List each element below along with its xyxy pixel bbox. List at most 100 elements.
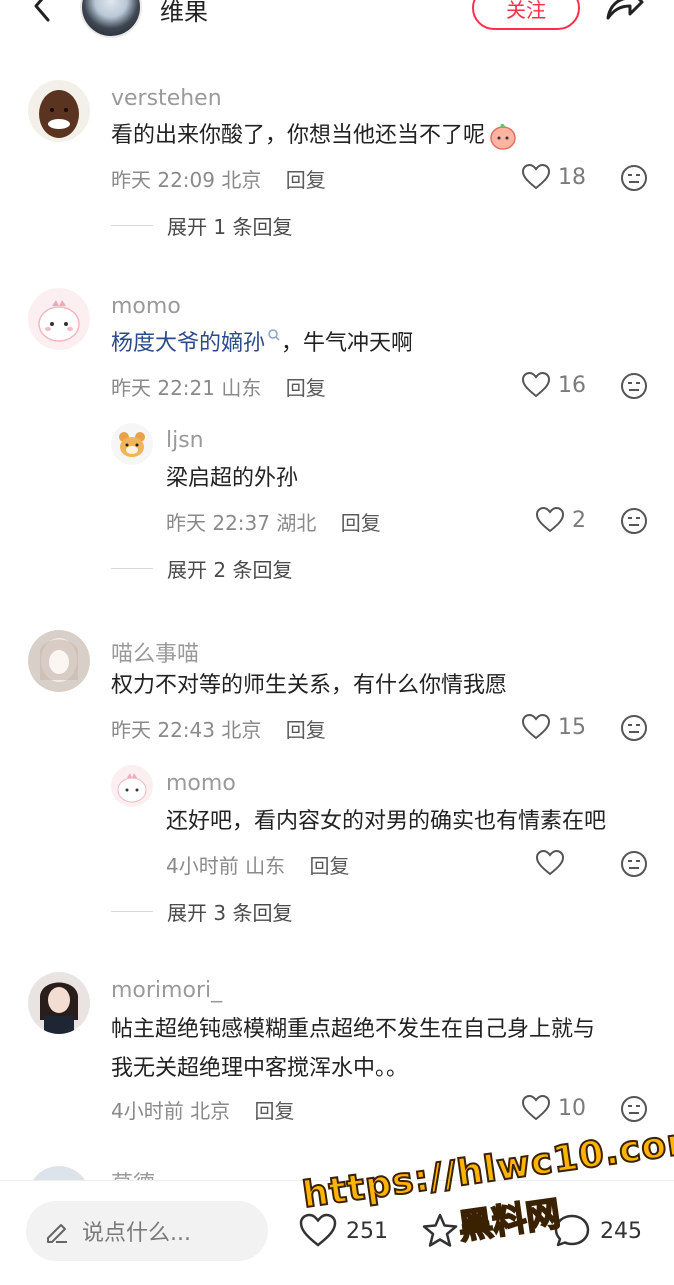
like-button[interactable] (536, 850, 564, 876)
divider (111, 911, 153, 912)
like-count: 18 (558, 164, 586, 190)
reply-location: 山东 (245, 854, 286, 878)
reply-text: 还好吧，看内容女的对男的确实也有情素在吧 (166, 809, 607, 834)
dislike-button[interactable] (620, 714, 648, 742)
expand-replies-label: 展开 2 条回复 (167, 558, 293, 582)
comment-username[interactable]: 喵么事喵 (111, 636, 199, 668)
comment-meta: 4小时前 北京 回复 (111, 1095, 294, 1124)
like-count: 15 (558, 714, 586, 740)
avatar[interactable] (111, 423, 153, 465)
like-button[interactable]: 16 (522, 372, 586, 398)
comment-meta: 昨天 22:21 山东 回复 (111, 372, 326, 401)
follow-button[interactable]: 关注 (472, 0, 580, 30)
like-button[interactable]: 10 (522, 1095, 586, 1121)
user-avatar-image (28, 80, 90, 142)
avatar[interactable] (28, 80, 90, 142)
reply-time: 昨天 22:37 (166, 511, 270, 535)
expand-replies-label: 展开 1 条回复 (167, 215, 293, 239)
comment-location: 北京 (221, 718, 262, 742)
reply-username[interactable]: ljsn (166, 428, 204, 453)
comment-time: 昨天 22:21 (111, 376, 215, 400)
neutral-face-icon (621, 715, 647, 741)
comment-meta: 昨天 22:43 北京 回复 (111, 714, 326, 743)
reply-time: 4小时前 (166, 854, 239, 878)
neutral-face-icon (621, 508, 647, 534)
reply-button[interactable]: 回复 (286, 168, 326, 192)
like-count: 2 (572, 507, 586, 533)
reply-text: 梁启超的外孙 (166, 466, 299, 491)
heart-icon (536, 507, 564, 533)
comment-time: 昨天 22:43 (111, 718, 215, 742)
comment-location: 山东 (221, 376, 262, 400)
share-icon (606, 0, 644, 20)
search-icon (268, 328, 280, 341)
reply-button[interactable]: 回复 (341, 511, 381, 535)
author-avatar[interactable] (80, 0, 142, 38)
reply-button[interactable]: 回复 (286, 718, 326, 742)
comment-text-content: ，牛气冲天啊 (281, 331, 414, 356)
like-button[interactable]: 2 (536, 507, 586, 533)
expand-replies-label: 展开 3 条回复 (167, 901, 293, 925)
reply-button[interactable]: 回复 (254, 1099, 294, 1123)
heart-icon (522, 1095, 550, 1121)
share-button[interactable] (602, 0, 646, 26)
comment-username[interactable]: verstehen (111, 86, 222, 111)
user-avatar-image (111, 423, 153, 465)
reply-button[interactable]: 回复 (309, 854, 349, 878)
divider (111, 225, 153, 226)
peach-emoji-icon (490, 124, 516, 150)
like-button[interactable]: 18 (522, 164, 586, 190)
comment-time: 4小时前 (111, 1099, 184, 1123)
user-avatar-image (28, 288, 90, 350)
comment-input-placeholder: 说点什么... (82, 1221, 191, 1246)
dislike-button[interactable] (620, 1095, 648, 1123)
user-avatar-image (28, 972, 90, 1034)
comment-meta: 昨天 22:09 北京 回复 (111, 164, 326, 193)
comment-text-line: 我无关超绝理中客搅浑水中。。 (111, 1056, 409, 1081)
dislike-button[interactable] (620, 507, 648, 535)
dislike-button[interactable] (620, 850, 648, 878)
author-name[interactable]: 维果 (160, 0, 208, 27)
dislike-button[interactable] (620, 372, 648, 400)
user-avatar-image (28, 630, 90, 692)
avatar[interactable] (28, 288, 90, 350)
reply-username[interactable]: momo (166, 771, 236, 796)
comment-time: 昨天 22:09 (111, 168, 215, 192)
watermark-brand: 黑料网 (455, 1193, 564, 1249)
expand-replies-button[interactable]: 展开 1 条回复 (111, 211, 292, 240)
reply-location: 湖北 (276, 511, 317, 535)
heart-icon (522, 164, 550, 190)
neutral-face-icon (621, 851, 647, 877)
expand-replies-button[interactable]: 展开 2 条回复 (111, 554, 292, 583)
avatar[interactable] (28, 972, 90, 1034)
expand-replies-button[interactable]: 展开 3 条回复 (111, 897, 292, 926)
avatar[interactable] (28, 630, 90, 692)
comment-input[interactable]: 说点什么... (26, 1201, 268, 1261)
divider (111, 568, 153, 569)
neutral-face-icon (621, 165, 647, 191)
neutral-face-icon (621, 373, 647, 399)
comment-username[interactable]: momo (111, 294, 181, 319)
pencil-icon (47, 1224, 67, 1243)
like-count: 16 (558, 372, 586, 398)
reply-meta: 4小时前 山东 回复 (166, 850, 349, 879)
reply-button[interactable]: 回复 (286, 376, 326, 400)
avatar[interactable] (111, 765, 153, 807)
heart-icon (522, 372, 550, 398)
heart-icon (522, 714, 550, 740)
back-button[interactable] (26, 0, 62, 26)
user-avatar-image (111, 765, 153, 807)
like-count: 10 (558, 1095, 586, 1121)
comment-text: 杨度大爷的嫡孙 ，牛气冲天啊 (111, 327, 413, 361)
like-button[interactable]: 15 (522, 714, 586, 740)
comment-text-content: 看的出来你酸了，你想当他还当不了呢 (111, 123, 486, 148)
dislike-button[interactable] (620, 164, 648, 192)
comment-text: 看的出来你酸了，你想当他还当不了呢 (111, 119, 519, 153)
comment-text-line: 帖主超绝钝感模糊重点超绝不发生在自己身上就与 (111, 1017, 596, 1042)
heart-icon (536, 850, 564, 876)
comment-location: 北京 (221, 168, 262, 192)
search-link[interactable]: 杨度大爷的嫡孙 (111, 331, 265, 356)
comment-username[interactable]: morimori_ (111, 978, 222, 1003)
comment-text: 权力不对等的师生关系，有什么你情我愿 (111, 673, 508, 698)
comment-location: 北京 (190, 1099, 231, 1123)
